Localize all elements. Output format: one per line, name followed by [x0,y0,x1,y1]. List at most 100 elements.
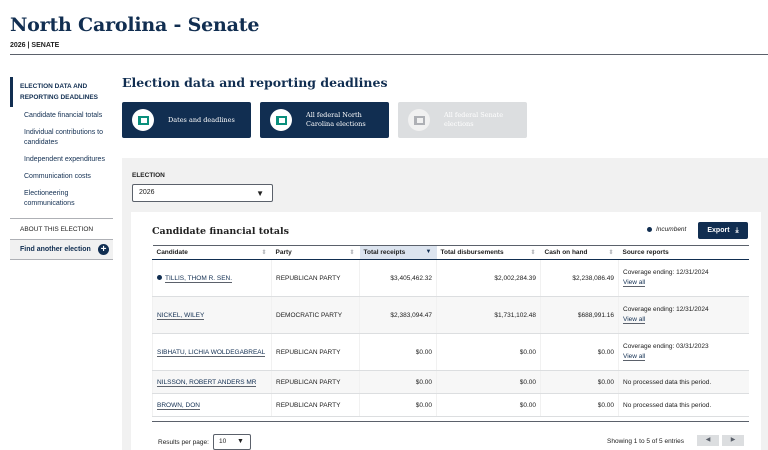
candidate-link[interactable]: NILSSON, ROBERT ANDERS MR [157,378,257,387]
card-label: All federal North Carolina elections [306,111,366,128]
column-header-candidate[interactable]: Candidate ⇕ [152,245,272,260]
source-cell: Coverage ending: 03/31/2023 View all [618,333,749,371]
party-cell: REPUBLICAN PARTY [271,393,360,417]
receipts-cell: $0.00 [359,393,437,417]
election-cards: Dates and deadlines All federal North Ca… [122,102,527,138]
chevron-down-icon: ▼ [256,189,264,198]
source-cell: No processed data this period. [618,393,749,417]
election-select[interactable]: 2026 ▼ [132,184,273,202]
cash-cell: $688,991.16 [540,296,619,334]
party-cell: DEMOCRATIC PARTY [271,296,360,334]
candidate-cell: SIBHATU, LICHIA WOLDEGABREAL [152,333,272,371]
column-header-cash-on-hand[interactable]: Cash on hand ⇕ [540,245,619,260]
next-page-button[interactable]: ▶ [722,435,744,446]
sidebar-item-candidate-totals[interactable]: Candidate financial totals [10,107,113,124]
financial-totals-box: Candidate financial totals Incumbent Exp… [131,212,761,450]
export-button[interactable]: Export ⤓ [698,222,748,239]
incumbent-legend: Incumbent [647,226,686,233]
table-row: NILSSON, ROBERT ANDERS MR REPUBLICAN PAR… [152,370,749,394]
header-divider [10,54,768,55]
candidate-cell: TILLIS, THOM R. SEN. [152,259,272,297]
sort-icon: ⇕ [608,250,614,256]
find-another-election-button[interactable]: Find another election + [10,239,113,260]
cash-cell: $0.00 [540,333,619,371]
table-title: Candidate financial totals [152,226,289,237]
view-all-link[interactable]: View all [623,353,646,361]
incumbent-dot-icon [647,227,652,232]
plus-icon: + [98,244,109,255]
financial-totals-table: Candidate ⇕ Party ⇕ Total receipts ▼ Total … [152,245,749,417]
page-header: North Carolina - Senate 2026 | SENATE [10,14,259,49]
sidebar-item-independent-expenditures[interactable]: Independent expenditures [10,151,113,168]
disbursements-cell: $0.00 [436,333,541,371]
ballot-icon [270,109,292,131]
download-icon: ⤓ [735,226,739,234]
sort-desc-icon: ▼ [425,249,432,255]
sidebar-about-election[interactable]: ABOUT THIS ELECTION [10,219,113,239]
card-label: All federal Senate elections [444,111,504,128]
page-subtitle: 2026 | SENATE [10,42,60,49]
column-header-total-receipts[interactable]: Total receipts ▼ [359,245,437,260]
party-cell: REPUBLICAN PARTY [271,259,360,297]
nc-elections-card[interactable]: All federal North Carolina elections [260,102,389,138]
sidebar-item-electioneering[interactable]: Electioneering communications [10,185,113,212]
cash-cell: $0.00 [540,393,619,417]
election-label: ELECTION [132,172,165,179]
sidebar-item-individual-contributions[interactable]: Individual contributions to candidates [10,124,113,151]
cash-cell: $2,238,086.49 [540,259,619,297]
candidate-cell: NICKEL, WILEY [152,296,272,334]
receipts-cell: $0.00 [359,370,437,394]
view-all-link[interactable]: View all [623,279,646,287]
disbursements-cell: $2,002,284.39 [436,259,541,297]
dates-deadlines-card[interactable]: Dates and deadlines [122,102,251,138]
sidebar-item-communication-costs[interactable]: Communication costs [10,168,113,185]
table-row: NICKEL, WILEY DEMOCRATIC PARTY $2,383,09… [152,296,749,334]
main-title: Election data and reporting deadlines [122,75,388,90]
party-cell: REPUBLICAN PARTY [271,370,360,394]
table-row: BROWN, DON REPUBLICAN PARTY $0.00 $0.00 … [152,393,749,417]
page-title: North Carolina - Senate [10,14,260,36]
column-header-party[interactable]: Party ⇕ [271,245,360,260]
candidate-link[interactable]: BROWN, DON [157,401,200,410]
source-cell: Coverage ending: 12/31/2024 View all [618,259,749,297]
candidate-link[interactable]: TILLIS, THOM R. SEN. [165,274,233,283]
incumbent-label: Incumbent [656,226,687,233]
table-footer-divider [152,421,749,422]
table-row: SIBHATU, LICHIA WOLDEGABREAL REPUBLICAN … [152,333,749,371]
view-all-link[interactable]: View all [623,316,646,324]
column-header-source-reports: Source reports [618,245,749,260]
cash-cell: $0.00 [540,370,619,394]
export-label: Export [707,227,730,234]
results-per-page: Results per page: 10 ▼ [158,434,251,450]
receipts-cell: $3,405,462.32 [359,259,437,297]
election-panel: ELECTION 2026 ▼ Candidate financial tota… [122,158,768,450]
incumbent-dot-icon [157,275,162,281]
sort-icon: ⇕ [530,250,536,256]
source-cell: Coverage ending: 12/31/2024 View all [618,296,749,334]
chevron-down-icon: ▼ [237,438,244,445]
candidate-cell: BROWN, DON [152,393,272,417]
source-cell: No processed data this period. [618,370,749,394]
entries-info: Showing 1 to 5 of 5 entries [607,438,684,445]
sidebar-section-election-data[interactable]: ELECTION DATA AND REPORTING DEADLINES [10,77,113,107]
receipts-cell: $0.00 [359,333,437,371]
disbursements-cell: $0.00 [436,370,541,394]
candidate-link[interactable]: SIBHATU, LICHIA WOLDEGABREAL [157,348,266,357]
results-per-page-select[interactable]: 10 ▼ [212,434,251,450]
column-header-total-disbursements[interactable]: Total disbursements ⇕ [436,245,541,260]
candidate-cell: NILSSON, ROBERT ANDERS MR [152,370,272,394]
table-header-row: Candidate ⇕ Party ⇕ Total receipts ▼ Total … [152,245,749,260]
previous-page-button[interactable]: ◀ [697,435,719,446]
table-row: TILLIS, THOM R. SEN. REPUBLICAN PARTY $3… [152,259,749,297]
find-another-election-label: Find another election [20,246,91,253]
calendar-icon [132,109,154,131]
sidebar: ELECTION DATA AND REPORTING DEADLINES Ca… [10,77,113,260]
results-per-page-label: Results per page: [158,438,209,446]
receipts-cell: $2,383,094.47 [359,296,437,334]
candidate-link[interactable]: NICKEL, WILEY [157,311,205,320]
senate-elections-card: All federal Senate elections [398,102,527,138]
card-label: Dates and deadlines [168,115,235,124]
election-select-value: 2026 [139,189,155,196]
disbursements-cell: $0.00 [436,393,541,417]
pagination: ◀ ▶ [697,435,744,446]
